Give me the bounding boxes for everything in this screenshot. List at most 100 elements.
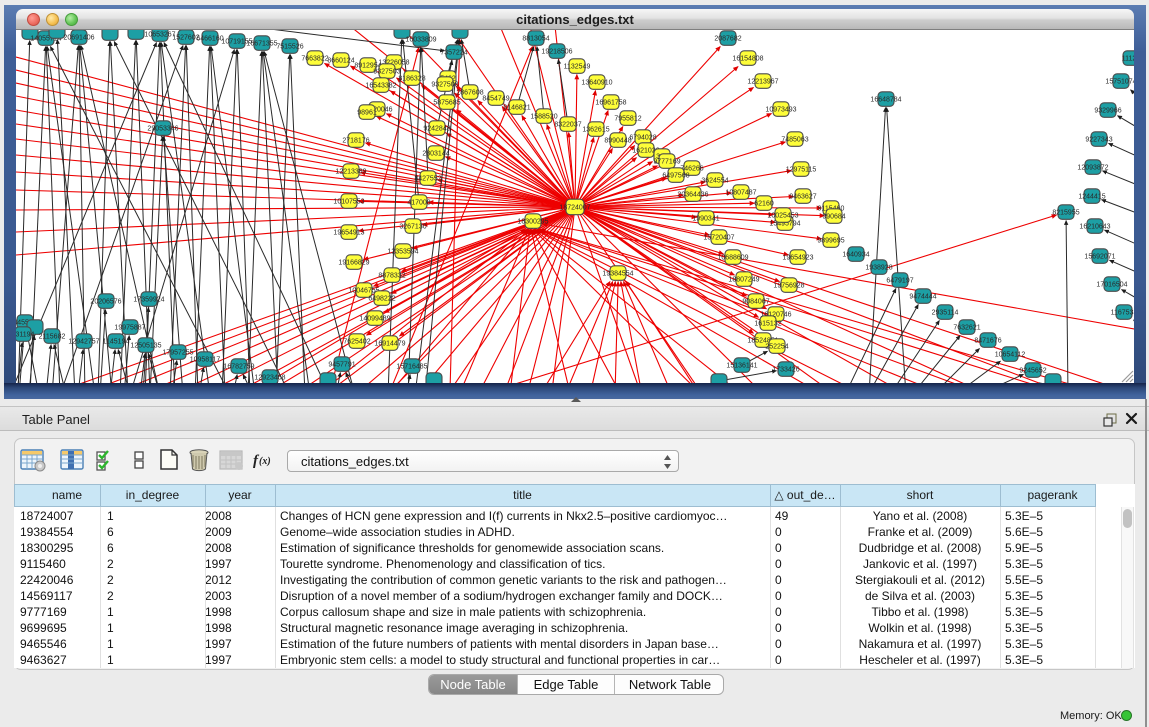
svg-text:16543382: 16543382 [365,83,396,90]
svg-text:7955812: 7955812 [614,116,641,123]
svg-text:1588520: 1588520 [530,114,557,121]
svg-text:12942757: 12942757 [68,339,99,346]
svg-text:9327503: 9327503 [373,69,400,76]
svg-text:8427552: 8427552 [414,176,441,183]
svg-text:1244415: 1244415 [1078,194,1105,201]
svg-text:15751074: 15751074 [1105,79,1134,86]
svg-text:2115682: 2115682 [39,334,66,341]
svg-text:9329966: 9329966 [1094,108,1121,115]
svg-text:7357224: 7357224 [440,50,467,57]
svg-text:12093872: 12093872 [1077,165,1108,172]
svg-text:19166829: 19166829 [338,260,369,267]
svg-text:1640934: 1640934 [842,252,869,259]
svg-text:12213389: 12213389 [335,169,366,176]
svg-text:98961: 98961 [357,110,377,117]
svg-text:7625402: 7625402 [343,339,370,346]
svg-text:19384554: 19384554 [602,271,633,278]
svg-text:9146821: 9146821 [503,105,530,112]
svg-text:18807249: 18807249 [728,277,759,284]
svg-text:18300295: 18300295 [517,219,548,226]
svg-text:417008: 417008 [407,200,430,207]
svg-text:5875685: 5875685 [433,100,460,107]
svg-text:20206576: 20206576 [90,299,121,306]
svg-text:1167533: 1167533 [1111,310,1134,317]
svg-text:9463627: 9463627 [789,194,816,201]
svg-text:990684: 990684 [822,214,845,221]
svg-text:18724007: 18724007 [559,205,590,212]
svg-text:15136141: 15136141 [726,363,757,370]
svg-text:2935114: 2935114 [932,310,959,317]
svg-text:8186328: 8186328 [398,76,425,83]
svg-text:15692071: 15692071 [1084,254,1115,261]
svg-text:19654913: 19654913 [333,230,364,237]
svg-text:10958117: 10958117 [190,357,221,364]
svg-text:2803144: 2803144 [422,151,449,158]
svg-text:6498222: 6498222 [368,296,395,303]
svg-text:8878332: 8878332 [378,273,405,280]
svg-text:6794028: 6794028 [629,135,656,142]
svg-text:252254: 252254 [765,344,788,351]
svg-text:6466160: 6466160 [196,36,223,43]
svg-text:29053346: 29053346 [147,126,178,133]
svg-text:6497568: 6497568 [662,173,689,180]
svg-text:(x): (x) [259,456,271,467]
svg-text:9899695: 9899695 [817,238,844,245]
svg-text:2087682: 2087682 [714,36,741,43]
svg-text:9457791: 9457791 [328,362,355,369]
svg-text:16210643: 16210643 [1079,224,1110,231]
svg-text:12505135: 12505135 [130,343,161,350]
svg-text:17359924: 17359924 [133,297,164,304]
svg-text:16033809: 16033809 [405,37,436,44]
svg-text:9242848: 9242848 [423,126,450,133]
svg-text:15720407: 15720407 [703,235,734,242]
svg-text:2867608: 2867608 [456,90,483,97]
svg-text:8215955: 8215955 [1052,210,1079,217]
svg-text:62160: 62160 [754,201,774,208]
svg-text:8471676: 8471676 [974,338,1001,345]
svg-text:19654923: 19654923 [782,255,813,262]
svg-text:1938928: 1938928 [865,265,892,272]
svg-text:2718176: 2718176 [342,138,369,145]
svg-text:10688609: 10688609 [717,255,748,262]
svg-text:16648784: 16648784 [870,97,901,104]
svg-text:7632621: 7632621 [953,325,980,332]
svg-text:1990341: 1990341 [692,216,719,223]
svg-text:15716485: 15716485 [396,364,427,371]
svg-text:12975115: 12975115 [786,167,817,174]
svg-text:17016504: 17016504 [1096,282,1127,289]
svg-text:8660124: 8660124 [327,58,354,65]
svg-text:1615132: 1615132 [754,321,781,328]
svg-text:7663822: 7663822 [301,56,328,63]
svg-text:10107553: 10107553 [333,199,364,206]
svg-text:16961758: 16961758 [595,100,626,107]
svg-text:9084067: 9084067 [742,299,769,306]
svg-text:9227343: 9227343 [1085,137,1112,144]
svg-text:12353594: 12353594 [387,249,418,256]
svg-text:19975887: 19975887 [114,325,145,332]
svg-text:19756928: 19756928 [773,283,804,290]
svg-text:17957255: 17957255 [162,350,193,357]
svg-text:16671355: 16671355 [246,41,277,48]
svg-text:16154808: 16154808 [732,56,763,63]
svg-text:3624554: 3624554 [701,178,728,185]
svg-text:8454749: 8454749 [482,96,509,103]
svg-text:14099489: 14099489 [359,316,390,323]
svg-text:11125: 11125 [1122,56,1134,63]
svg-text:7515526: 7515526 [276,44,303,51]
svg-text:8990448: 8990448 [604,138,631,145]
svg-text:1145194: 1145194 [103,339,130,346]
svg-text:19218506: 19218506 [541,49,572,56]
svg-text:10973493: 10973493 [765,107,796,114]
svg-text:20364436: 20364436 [677,192,708,199]
svg-text:7485063: 7485063 [781,137,808,144]
svg-text:9474444: 9474444 [909,294,936,301]
svg-text:10807487: 10807487 [725,190,756,197]
svg-text:10025453: 10025453 [767,213,798,220]
svg-text:1132549: 1132549 [564,64,591,71]
svg-text:1362615: 1362615 [582,127,609,134]
svg-text:16782759: 16782759 [223,364,254,371]
svg-text:8322037: 8322037 [554,122,581,129]
svg-text:1733426: 1733426 [772,367,799,374]
svg-text:16914479: 16914479 [374,341,405,348]
svg-text:13640910: 13640910 [581,80,612,87]
